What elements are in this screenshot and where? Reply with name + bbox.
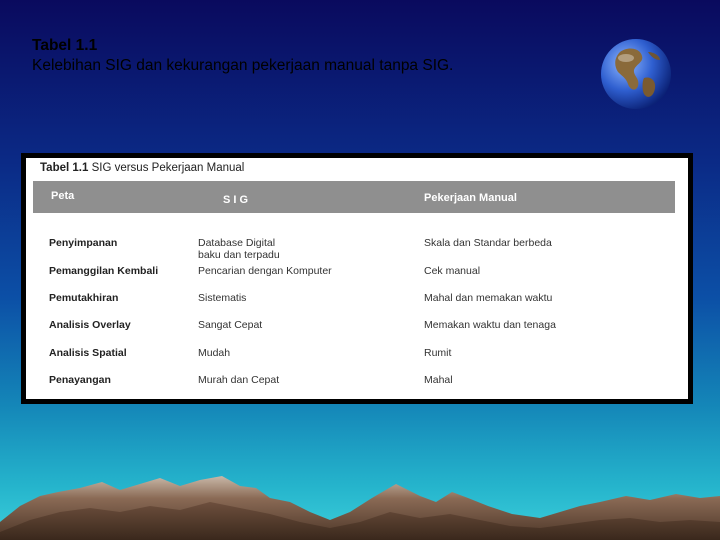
slide-title-line2: Kelebihan SIG dan kekurangan pekerjaan m… xyxy=(32,57,454,74)
header-pekerjaan-manual: Pekerjaan Manual xyxy=(424,192,517,204)
table-row-sig: Sangat Cepat xyxy=(198,319,263,331)
table-row-label: Pemutakhiran xyxy=(49,292,119,304)
table-row-label: Analisis Overlay xyxy=(49,319,131,331)
slide-title-line1: Tabel 1.1 xyxy=(32,37,98,54)
header-sig: S I G xyxy=(223,194,249,206)
table-row-manual: Mahal dan memakan waktu xyxy=(424,292,553,304)
table-row-manual: Memakan waktu dan tenaga xyxy=(424,319,556,331)
table-caption: Tabel 1.1 SIG versus Pekerjaan Manual xyxy=(40,162,244,174)
table-row-label: Penayangan xyxy=(49,374,111,386)
table-row-label: Penyimpanan xyxy=(49,237,118,249)
table-caption-text: SIG versus Pekerjaan Manual xyxy=(91,162,245,174)
table-row-sig: Sistematis xyxy=(198,292,247,304)
header-peta: Peta xyxy=(51,190,75,202)
table-row-sig: Mudah xyxy=(198,347,231,359)
table-row-sig: Pencarian dengan Komputer xyxy=(198,265,332,277)
slide-title: Tabel 1.1 Kelebihan SIG dan kekurangan p… xyxy=(32,36,453,76)
table-row-manual: Rumit xyxy=(424,347,452,359)
table-row-sig: Database Digital baku dan terpadu xyxy=(198,237,280,261)
table-row-manual: Mahal xyxy=(424,374,453,386)
table-row-manual: Cek manual xyxy=(424,265,481,277)
globe-icon xyxy=(601,39,671,109)
table-row-sig: Murah dan Cepat xyxy=(198,374,280,386)
table-caption-number: Tabel 1.1 xyxy=(40,162,89,174)
table-row-label: Pemanggilan Kembali xyxy=(49,265,159,277)
table-row-label: Analisis Spatial xyxy=(49,347,127,359)
mountain-range-illustration xyxy=(0,476,720,540)
table-header-row: Peta S I G Pekerjaan Manual xyxy=(33,181,675,213)
table-row-manual: Skala dan Standar berbeda xyxy=(424,237,552,249)
